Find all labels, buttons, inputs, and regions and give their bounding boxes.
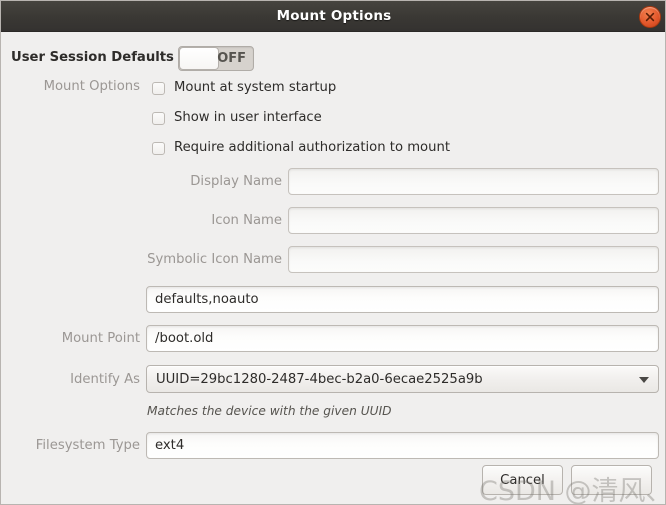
mount-options-dialog: Mount Options User Session Defaults OFF …	[0, 0, 666, 505]
close-x-glyph	[645, 12, 655, 22]
checkbox-label-show-in-user-interface: Show in user interface	[174, 110, 322, 125]
icon-name-label: Icon Name	[211, 213, 282, 228]
titlebar: Mount Options	[1, 1, 665, 32]
user-session-defaults-label: User Session Defaults	[11, 50, 174, 65]
symbolic-icon-name-input[interactable]	[288, 246, 659, 273]
icon-name-input[interactable]	[288, 207, 659, 234]
mount-options-string-value: defaults,noauto	[155, 292, 259, 307]
toggle-state-label: OFF	[217, 51, 246, 66]
checkbox-show-in-user-interface[interactable]	[152, 112, 165, 125]
mount-options-string-input[interactable]: defaults,noauto	[146, 286, 659, 313]
checkbox-require-additional-authorization[interactable]	[152, 142, 165, 155]
chevron-down-icon[interactable]	[639, 377, 649, 383]
identify-as-label: Identify As	[70, 372, 140, 387]
checkbox-label-require-additional-authorization: Require additional authorization to moun…	[174, 140, 451, 155]
mount-options-group-label: Mount Options	[43, 79, 140, 94]
symbolic-icon-name-label: Symbolic Icon Name	[147, 252, 282, 267]
cancel-button[interactable]: Cancel	[482, 465, 563, 495]
checkbox-mount-at-startup[interactable]	[152, 82, 165, 95]
cancel-button-label: Cancel	[500, 473, 545, 488]
identify-as-value: UUID=29bc1280-2487-4bec-b2a0-6ecae2525a9…	[156, 372, 483, 387]
confirm-button-label	[572, 466, 651, 494]
display-name-input[interactable]	[288, 168, 659, 195]
filesystem-type-input[interactable]: ext4	[146, 432, 659, 459]
filesystem-type-value: ext4	[155, 438, 185, 453]
mount-point-label: Mount Point	[61, 331, 140, 346]
checkbox-label-mount-at-startup: Mount at system startup	[174, 80, 337, 95]
mount-point-input[interactable]: /boot.old	[146, 325, 659, 352]
mount-point-value: /boot.old	[155, 331, 214, 346]
identify-as-combobox[interactable]: UUID=29bc1280-2487-4bec-b2a0-6ecae2525a9…	[146, 365, 659, 393]
window-title: Mount Options	[276, 8, 392, 24]
identify-as-hint: Matches the device with the given UUID	[147, 404, 392, 418]
confirm-button[interactable]	[571, 465, 652, 495]
filesystem-type-label: Filesystem Type	[35, 438, 140, 453]
user-session-defaults-toggle[interactable]: OFF	[178, 46, 254, 71]
close-icon[interactable]	[639, 6, 661, 28]
toggle-knob	[179, 47, 219, 70]
display-name-label: Display Name	[190, 174, 282, 189]
